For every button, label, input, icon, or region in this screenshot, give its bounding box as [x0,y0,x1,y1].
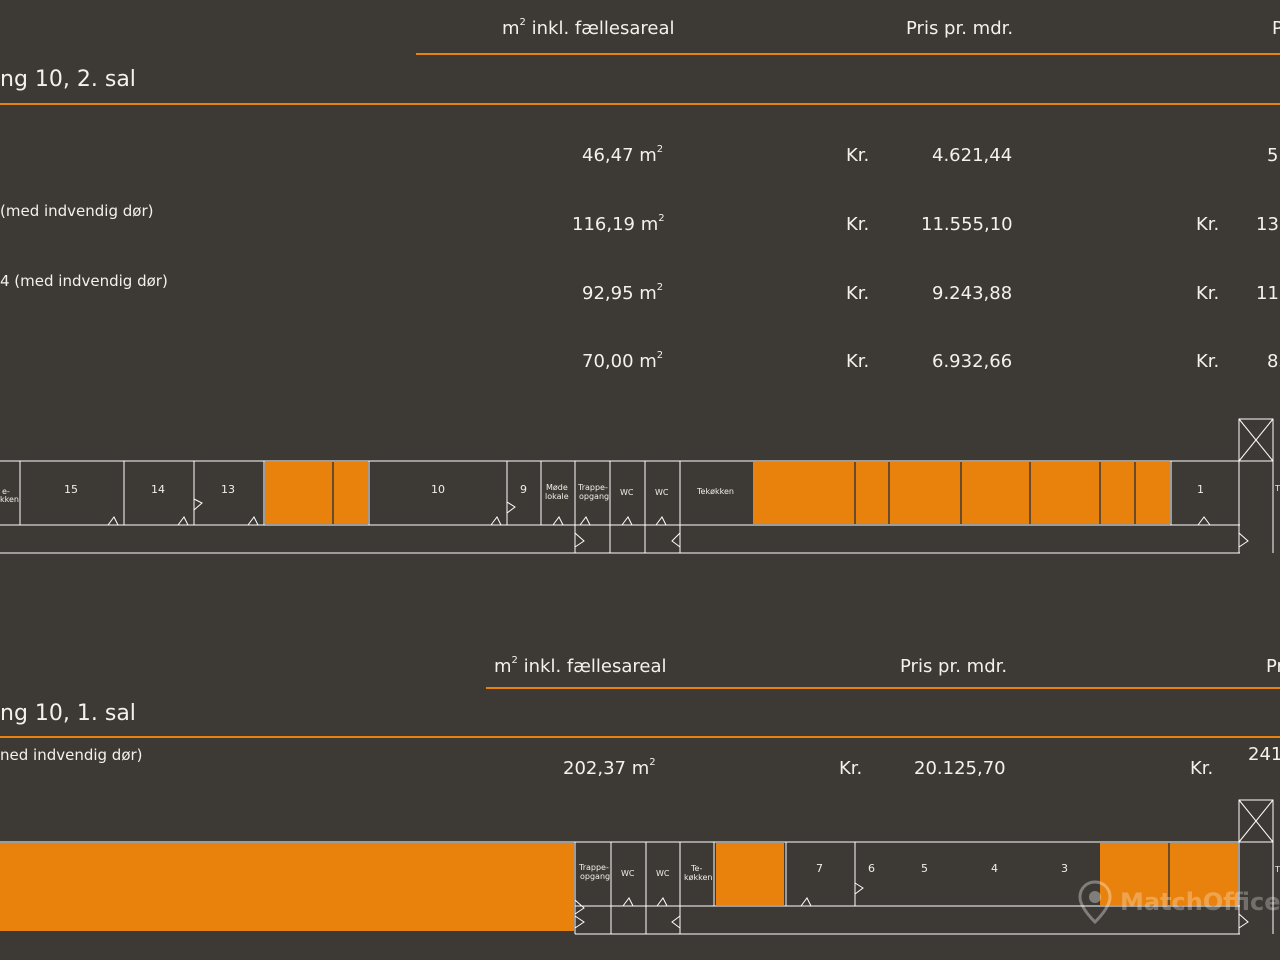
unit-description: ned indvendig dør) [0,746,143,764]
kr-label: Kr. [1196,214,1220,235]
room-4-label: 4 [991,862,998,875]
clipped-header: Pr [1266,656,1280,677]
wc-label: WC [621,869,635,878]
floor-divider [0,736,1280,738]
stairs-label: opgang [579,492,609,501]
floor-divider [0,103,1280,105]
price-value: 6.932,66 [932,351,1013,372]
location-pin-icon [1078,880,1112,924]
price-clipped: 110 [1256,283,1280,304]
stairs-label: Trappe- [577,483,608,492]
price-header: Pris pr. mdr. [900,656,1008,677]
area-value: 92,95 m2 [582,282,664,304]
room-9-label: 9 [520,483,527,496]
price-clipped: 83 [1267,351,1280,372]
stairs-label: Trappe- [578,863,609,872]
kr-label: Kr. [846,351,870,372]
room-13-label: 13 [221,483,235,496]
room-15-label: 15 [64,483,78,496]
floor-title: ng 10, 2. sal [0,67,136,92]
kr-label: Kr. [1190,758,1214,779]
kr-label: Kr. [846,214,870,235]
price-header: Pris pr. mdr. [906,18,1014,39]
wc-label: WC [655,488,669,497]
area-value: 70,00 m2 [582,350,664,372]
stairs-label: opgang [580,872,610,881]
room-1-label: 1 [1197,483,1204,496]
watermark: MatchOffice [1078,880,1280,924]
meeting-room-label: Møde [546,483,568,492]
floor-title: ng 10, 1. sal [0,701,136,726]
area-value: 202,37 m2 [563,757,656,779]
meeting-room-label: lokale [545,492,569,501]
clipped-header: P [1272,18,1280,39]
kr-label: Kr. [839,758,863,779]
watermark-text: MatchOffice [1120,888,1280,916]
kr-label: Kr. [846,145,870,166]
price-value: 11.555,10 [921,214,1013,235]
room-3-label: 3 [1061,862,1068,875]
kitchen-label: Tekøkken [696,487,734,496]
unit-description: 4 (med indvendig dør) [0,272,168,290]
price-clipped: 138 [1256,214,1280,235]
wc-label: WC [620,488,634,497]
area-value: 116,19 m2 [572,213,665,235]
kr-label: Kr. [1196,283,1220,304]
header-divider [416,53,1280,55]
unit-description: (med indvendig dør) [0,202,154,220]
kitchen-label: Te- [690,864,702,873]
price-value: 20.125,70 [914,758,1006,779]
header-divider [486,687,1280,689]
price-value: 4.621,44 [932,145,1013,166]
price-clipped: 241 [1248,744,1280,765]
price-value: 9.243,88 [932,283,1013,304]
room-10-label: 10 [431,483,445,496]
available-unit [0,843,574,931]
room-14-label: 14 [151,483,165,496]
available-unit [716,843,784,905]
room-7-label: 7 [816,862,823,875]
kr-label: Kr. [846,283,870,304]
wc-label: WC [656,869,670,878]
kr-label: Kr. [1196,351,1220,372]
area-value: 46,47 m2 [582,144,664,166]
room-5-label: 5 [921,862,928,875]
room-6-label: 6 [868,862,875,875]
area-header: m2 inkl. fællesareal [502,17,675,39]
price-clipped: 5 [1267,145,1279,166]
room-label: kken [0,495,19,504]
room-label: T [1274,865,1280,874]
available-unit [265,462,368,524]
floor-plan-2nd-floor: e- kken 15 14 13 10 9 Møde lokale Trappe… [0,418,1280,554]
area-header: m2 inkl. fællesareal [494,655,667,677]
room-label: T [1274,484,1280,493]
kitchen-label: køkken [684,873,713,882]
